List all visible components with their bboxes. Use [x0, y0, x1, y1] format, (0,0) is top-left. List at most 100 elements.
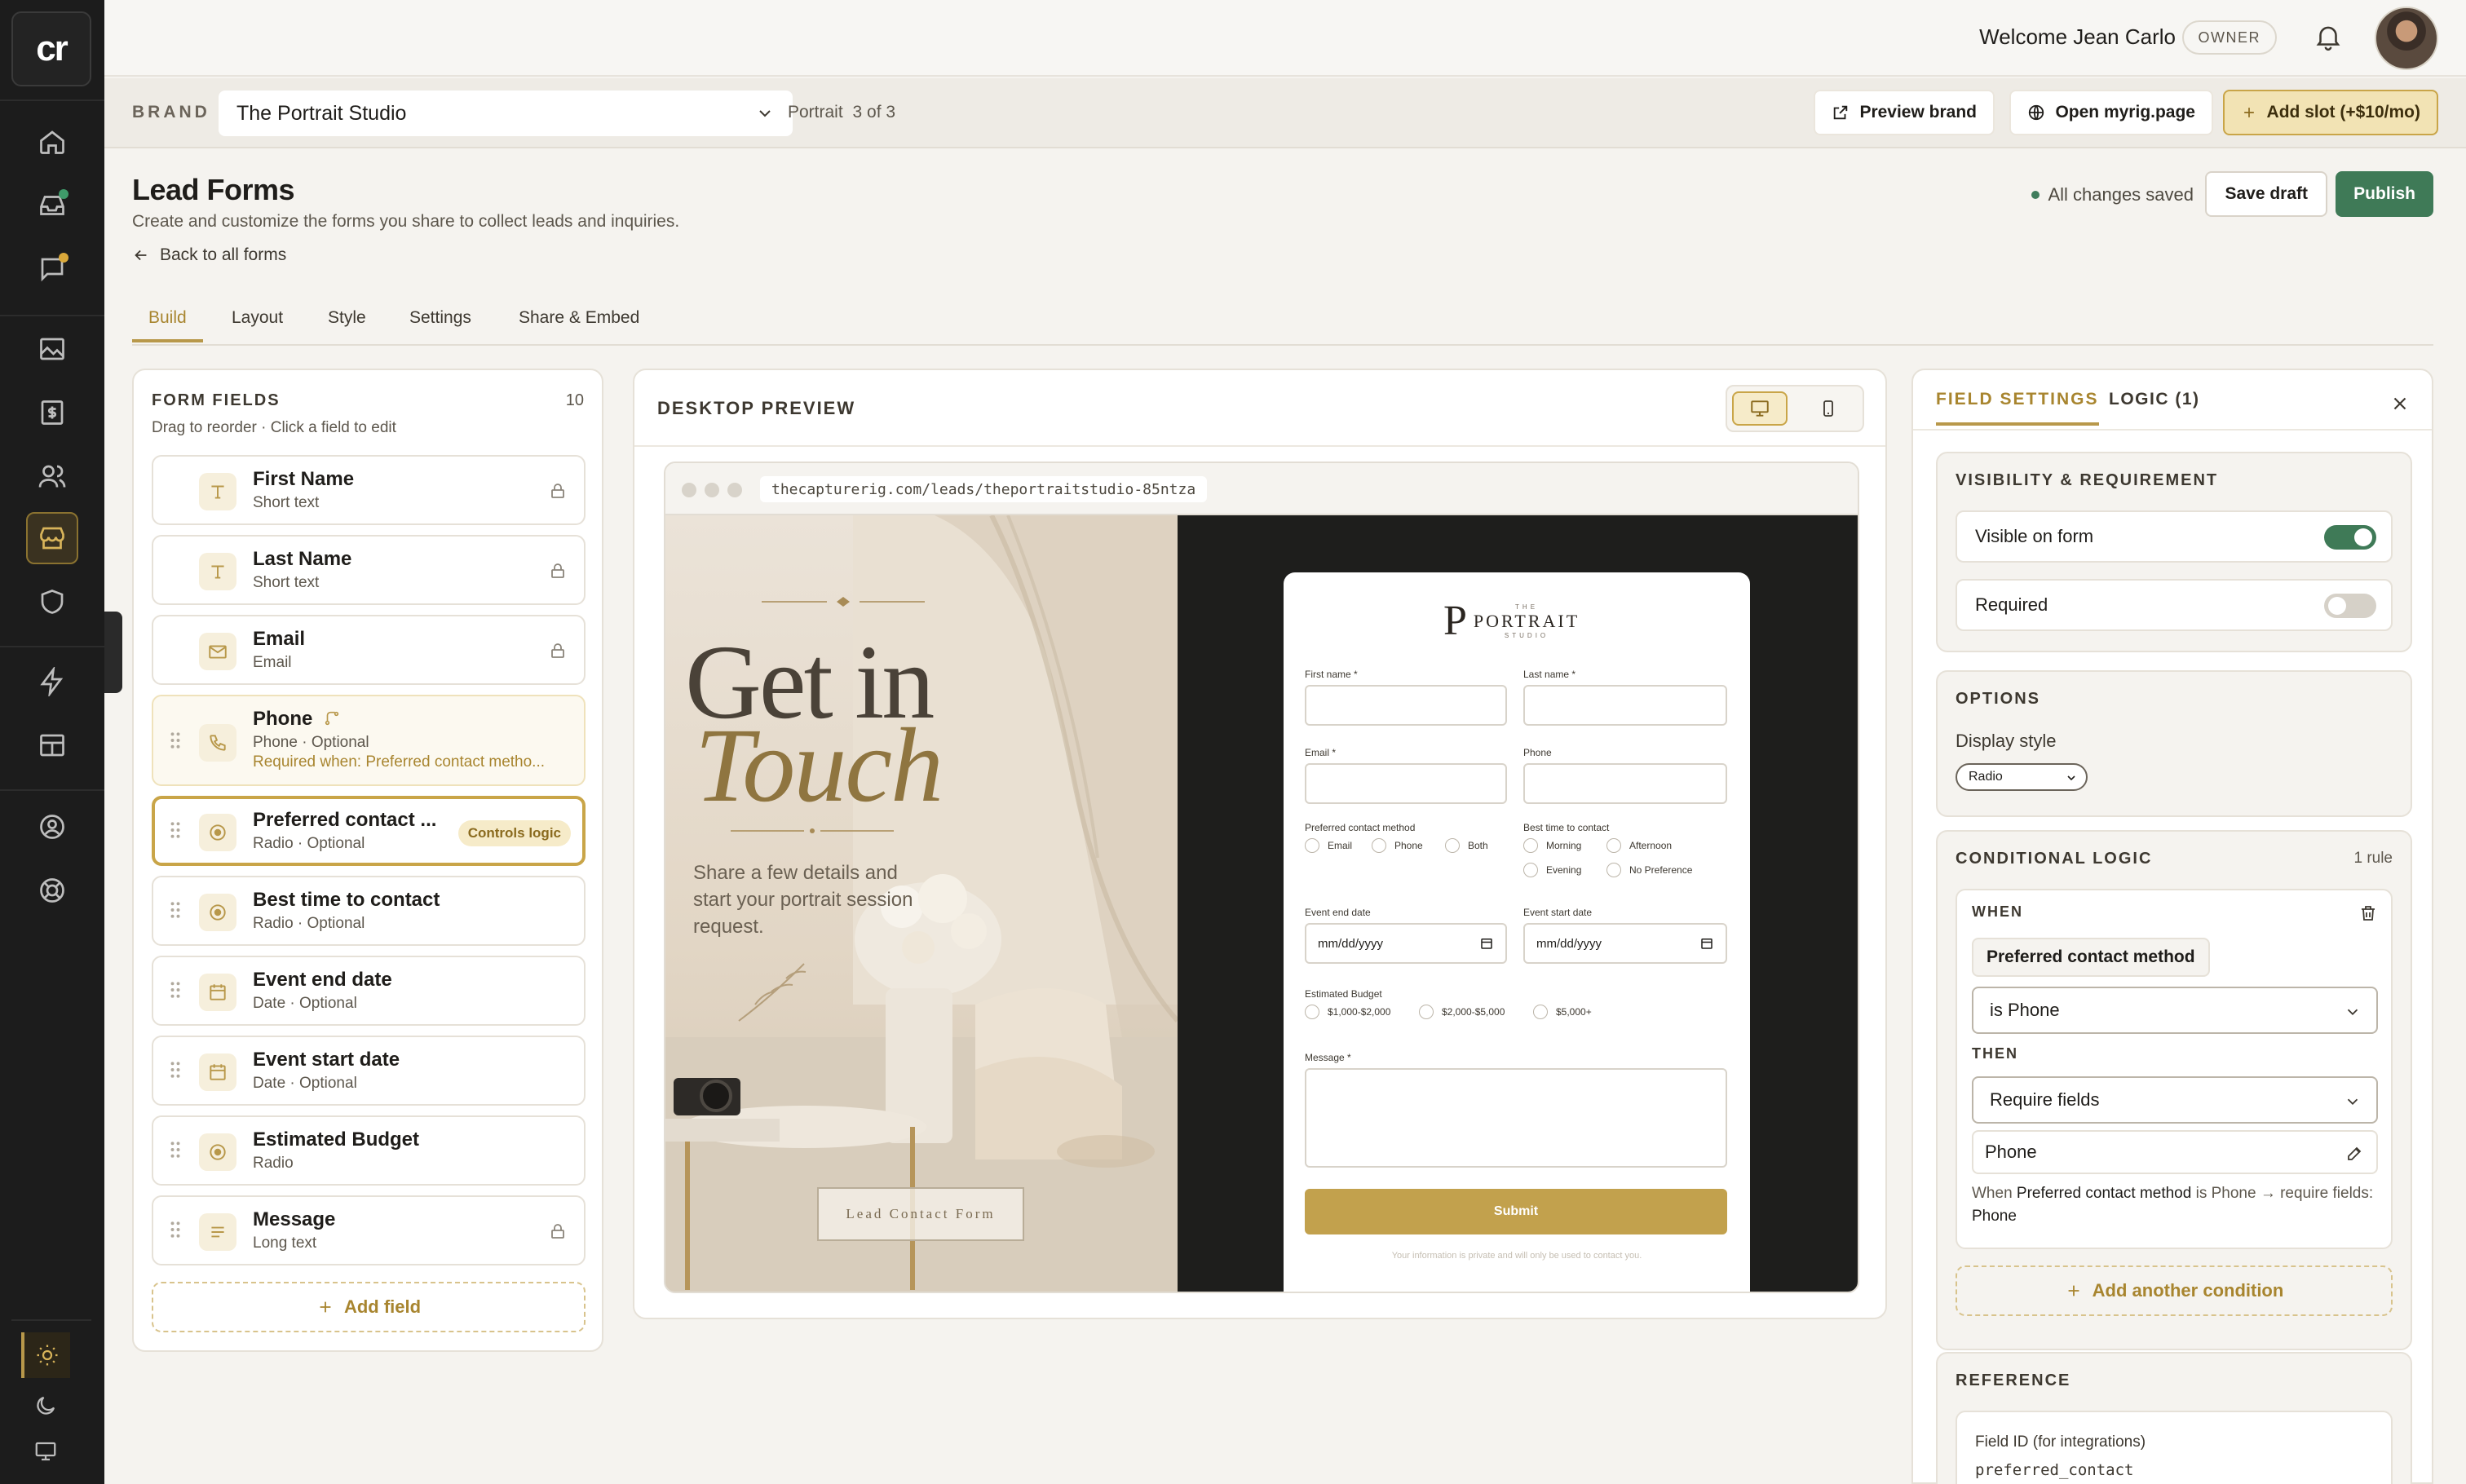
field-row-first-name[interactable]: First Name Short text: [152, 455, 586, 525]
add-field-button[interactable]: Add field: [152, 1282, 586, 1332]
field-row-preferred-contact[interactable]: Preferred contact ... Radio · Optional C…: [152, 796, 586, 866]
light-mode-icon[interactable]: [21, 1332, 70, 1378]
open-page-button[interactable]: Open myrig.page: [2009, 90, 2213, 135]
preview-brand-button[interactable]: Preview brand: [1814, 90, 1995, 135]
radio-budget-1[interactable]: $1,000-$2,000: [1305, 1005, 1390, 1019]
visible-on-form-toggle[interactable]: [2324, 525, 2376, 550]
account-icon[interactable]: [26, 801, 78, 853]
dark-mode-icon[interactable]: [21, 1383, 70, 1429]
input-event-end[interactable]: mm/dd/yyyy: [1305, 923, 1507, 964]
input-first-name[interactable]: [1305, 685, 1507, 726]
desktop-icon[interactable]: [1732, 391, 1788, 426]
radio-best-time-morning[interactable]: Morning: [1523, 838, 1581, 853]
radio-best-time-afternoon[interactable]: Afternoon: [1606, 838, 1672, 853]
layout-icon[interactable]: [26, 719, 78, 771]
radio-budget-2[interactable]: $2,000-$5,000: [1419, 1005, 1505, 1019]
field-meta: Phone · Optional: [253, 734, 369, 751]
edit-icon[interactable]: [2345, 1143, 2365, 1163]
tab-settings[interactable]: Settings: [409, 308, 471, 339]
tab-logic[interactable]: LOGIC (1): [2109, 390, 2200, 422]
storefront-icon[interactable]: [26, 512, 78, 564]
drag-handle-icon[interactable]: [170, 900, 181, 920]
radio-preferred-phone[interactable]: Phone: [1372, 838, 1423, 853]
mobile-icon[interactable]: [1801, 391, 1856, 426]
action-select[interactable]: Require fields: [1972, 1076, 2378, 1124]
field-row-email[interactable]: Email Email: [152, 615, 586, 685]
publish-button[interactable]: Publish: [2336, 171, 2433, 217]
field-row-budget[interactable]: Estimated Budget Radio: [152, 1115, 586, 1186]
studio-logo: P THE PORTRAIT STUDIO: [1443, 600, 1580, 643]
visible-on-form-label: Visible on form: [1975, 526, 2094, 546]
label-message: Message *: [1305, 1052, 1351, 1063]
tab-share-embed[interactable]: Share & Embed: [519, 308, 639, 339]
home-icon[interactable]: [26, 116, 78, 168]
support-icon[interactable]: [26, 864, 78, 916]
brand-select[interactable]: The Portrait Studio: [219, 91, 793, 136]
drag-handle-icon[interactable]: [170, 820, 181, 840]
then-label: THEN: [1972, 1045, 2018, 1062]
sidebar-collapse-handle[interactable]: [104, 612, 122, 693]
inbox-icon[interactable]: [26, 179, 78, 232]
sidebar-divider: [0, 315, 104, 316]
open-page-label: Open myrig.page: [2055, 103, 2195, 121]
field-row-best-time[interactable]: Best time to contact Radio · Optional: [152, 876, 586, 946]
clients-icon[interactable]: [26, 450, 78, 502]
input-phone[interactable]: [1523, 763, 1727, 804]
tab-style[interactable]: Style: [328, 308, 366, 339]
add-condition-button[interactable]: Add another condition: [1956, 1265, 2393, 1316]
add-slot-button[interactable]: Add slot (+$10/mo): [2222, 90, 2438, 135]
field-row-last-name[interactable]: Last Name Short text: [152, 535, 586, 605]
tab-field-settings[interactable]: FIELD SETTINGS: [1936, 390, 2099, 426]
save-draft-button[interactable]: Save draft: [2205, 171, 2327, 217]
shield-icon[interactable]: [26, 576, 78, 628]
back-link[interactable]: Back to all forms: [132, 245, 286, 265]
radio-budget-3[interactable]: $5,000+: [1533, 1005, 1592, 1019]
external-link-icon: [1832, 104, 1850, 121]
tab-layout[interactable]: Layout: [232, 308, 283, 339]
tab-build[interactable]: Build: [132, 308, 203, 342]
trash-icon[interactable]: [2358, 903, 2378, 923]
avatar[interactable]: [2375, 7, 2438, 70]
drag-handle-icon[interactable]: [170, 1140, 181, 1159]
arrow-left-icon: [132, 246, 150, 264]
lock-icon: [548, 481, 568, 501]
display-style-select[interactable]: Radio: [1956, 763, 2088, 791]
radio-best-time-no-preference[interactable]: No Preference: [1606, 863, 1692, 877]
system-mode-icon[interactable]: [21, 1429, 70, 1474]
input-email[interactable]: [1305, 763, 1507, 804]
radio-best-time-evening[interactable]: Evening: [1523, 863, 1581, 877]
action-value: Require fields: [1990, 1089, 2100, 1110]
input-event-start[interactable]: mm/dd/yyyy: [1523, 923, 1727, 964]
field-row-message[interactable]: Message Long text: [152, 1195, 586, 1265]
preview-divider: [634, 445, 1885, 447]
toggle-knob: [2354, 528, 2372, 546]
when-field-chip[interactable]: Preferred contact method: [1972, 938, 2210, 977]
chat-icon[interactable]: [26, 243, 78, 295]
required-toggle[interactable]: [2324, 594, 2376, 618]
submit-button[interactable]: Submit: [1305, 1189, 1727, 1234]
input-last-name[interactable]: [1523, 685, 1727, 726]
drag-handle-icon[interactable]: [170, 731, 181, 750]
drag-handle-icon[interactable]: [170, 980, 181, 1000]
drag-handle-icon[interactable]: [170, 1060, 181, 1080]
app-logo[interactable]: cr: [11, 11, 91, 86]
field-row-phone[interactable]: Phone Phone · Optional Required when: Pr…: [152, 695, 586, 786]
back-link-label: Back to all forms: [160, 245, 287, 264]
field-row-event-end[interactable]: Event end date Date · Optional: [152, 956, 586, 1026]
input-message[interactable]: [1305, 1068, 1727, 1168]
target-field[interactable]: Phone: [1972, 1130, 2378, 1174]
radio-preferred-email[interactable]: Email: [1305, 838, 1352, 853]
bell-icon[interactable]: [2313, 21, 2344, 52]
field-row-event-start[interactable]: Event start date Date · Optional: [152, 1036, 586, 1106]
gallery-icon[interactable]: [26, 323, 78, 375]
drag-handle-icon[interactable]: [170, 1220, 181, 1239]
billing-icon[interactable]: [26, 386, 78, 439]
sidebar-divider: [0, 99, 104, 101]
close-icon[interactable]: [2389, 393, 2411, 414]
field-id-value[interactable]: preferred_contact: [1975, 1461, 2133, 1479]
controls-logic-badge: Controls logic: [457, 820, 571, 846]
condition-select[interactable]: is Phone: [1972, 987, 2378, 1034]
radio-preferred-both[interactable]: Both: [1445, 838, 1488, 853]
bolt-icon[interactable]: [26, 656, 78, 708]
page-subtitle: Create and customize the forms you share…: [132, 212, 680, 231]
